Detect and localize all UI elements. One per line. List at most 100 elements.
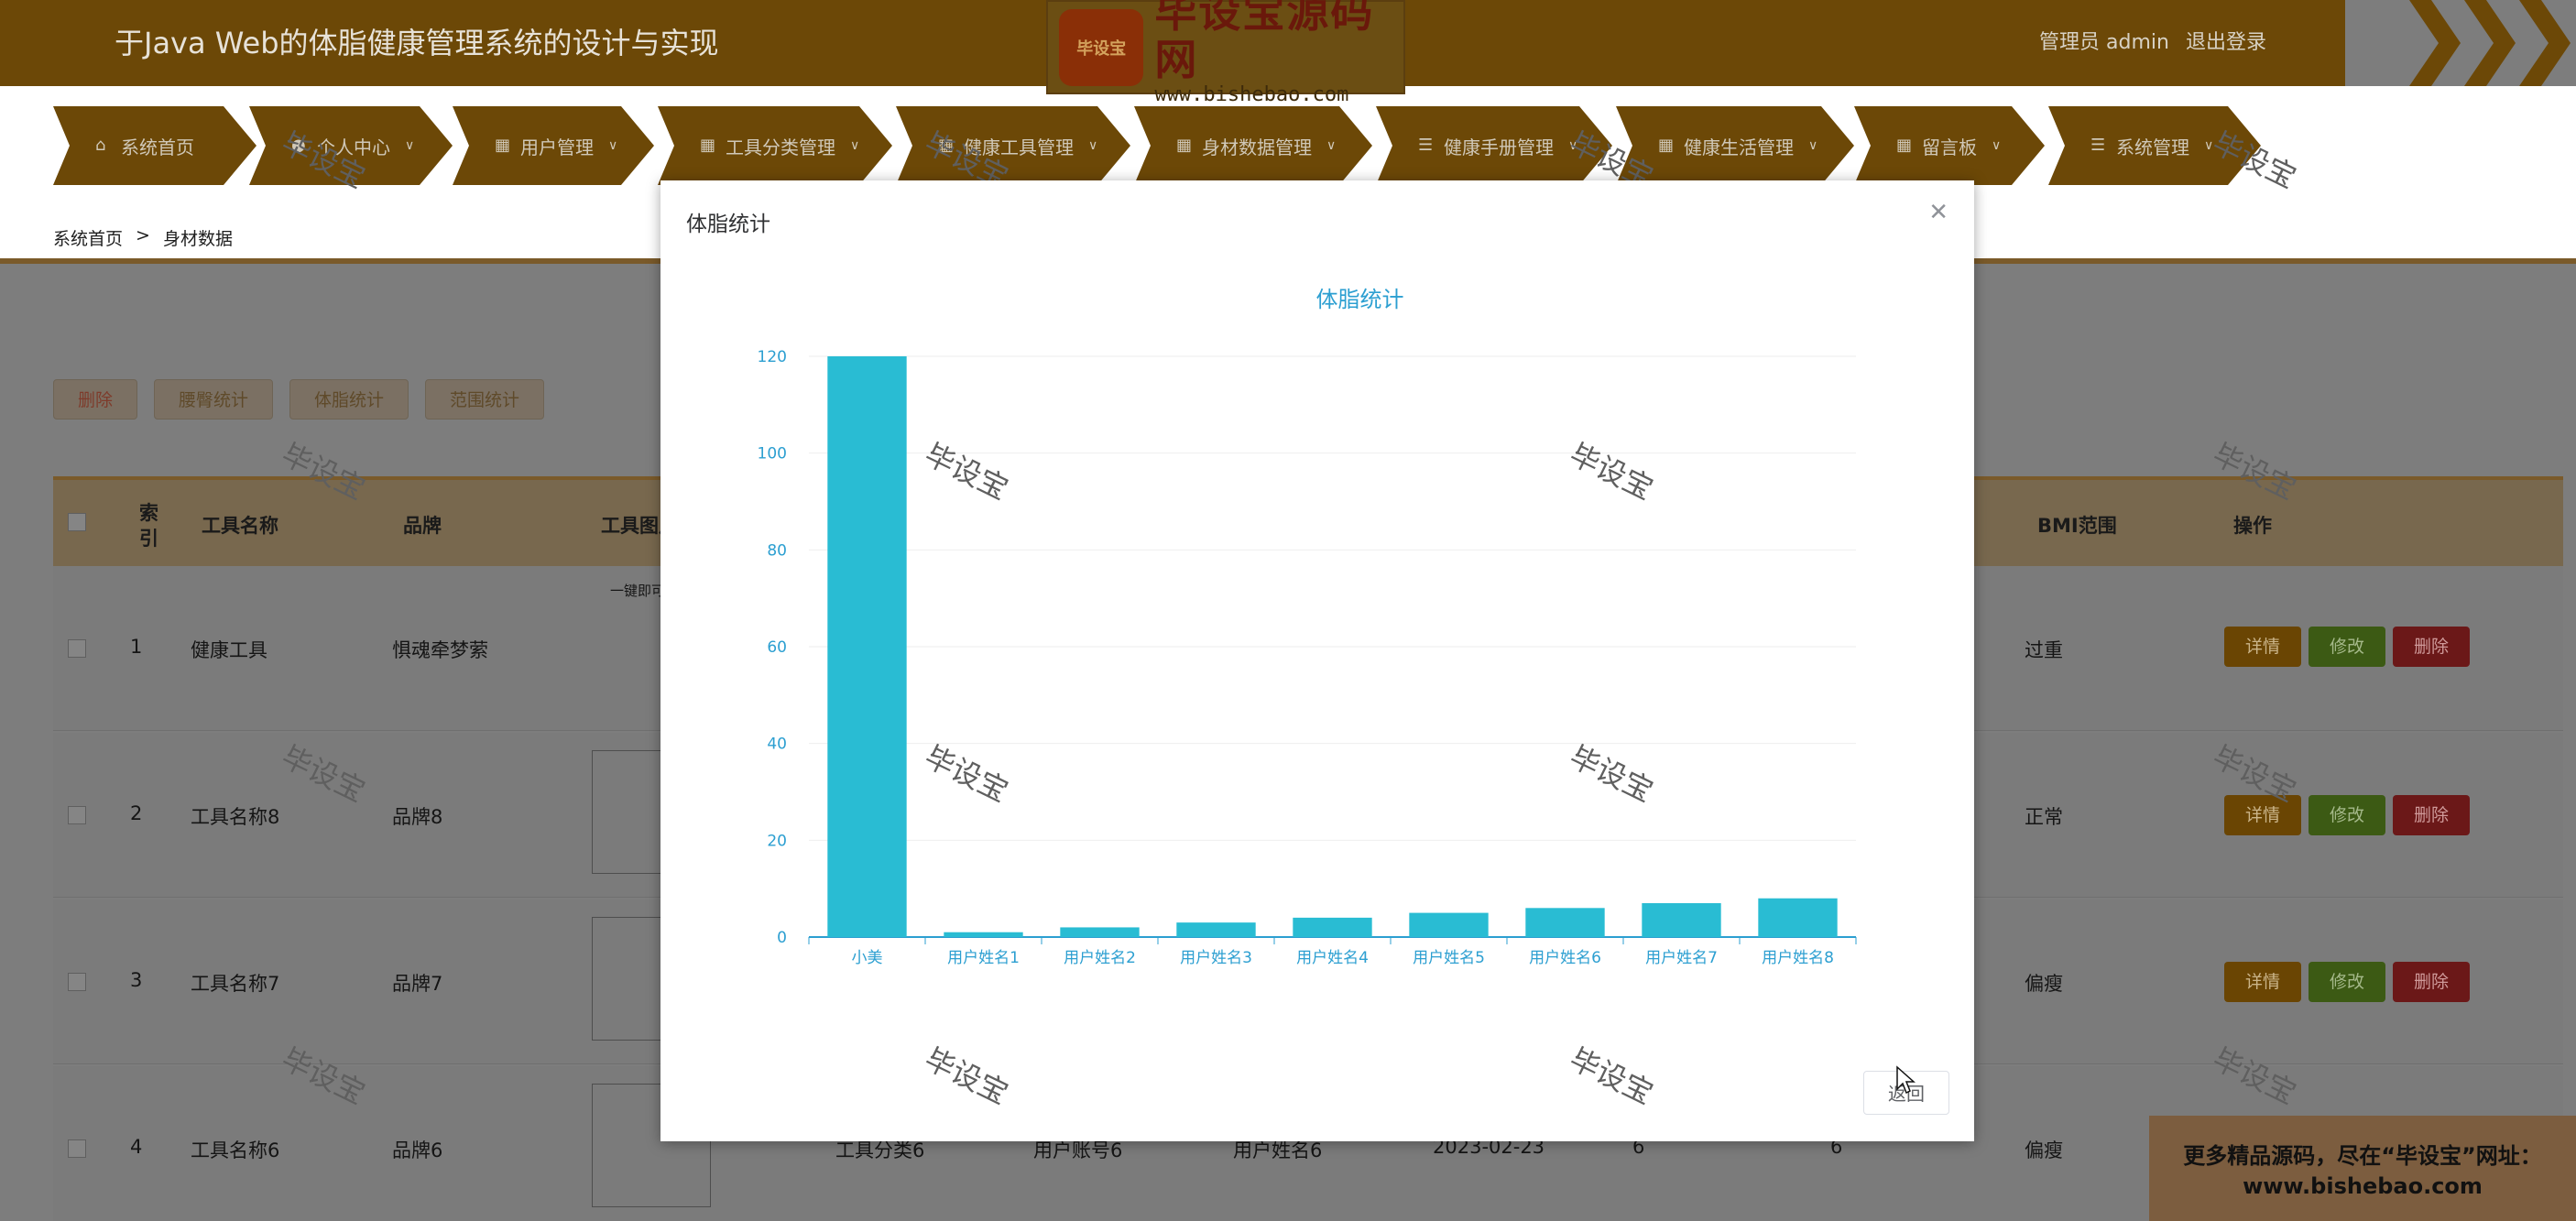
- row-brand: 品牌8: [392, 806, 443, 828]
- row-checkbox[interactable]: [68, 973, 86, 991]
- site-logo: 毕设宝 毕设宝源码网 www.bishebao.com: [1046, 0, 1405, 106]
- nav-label: 工具分类管理: [726, 136, 835, 158]
- row-index: 1: [130, 636, 143, 658]
- nav-label: 系统首页: [121, 136, 194, 158]
- breadcrumb: 系统首页 > 身材数据: [53, 225, 233, 250]
- row-index: 4: [130, 1136, 143, 1158]
- bar: [827, 356, 907, 937]
- col-index: 索引: [139, 502, 158, 550]
- nav-item-home[interactable]: ⌂ 系统首页: [53, 106, 257, 185]
- nav-label: 健康生活管理: [1684, 136, 1794, 158]
- delete-button[interactable]: 删除: [2393, 962, 2470, 1002]
- detail-button[interactable]: 详情: [2224, 627, 2301, 667]
- chevron-down-icon: ∨: [1992, 138, 2002, 153]
- grid-icon: ▦: [495, 136, 511, 155]
- row-name: 工具名称7: [191, 973, 280, 995]
- row-checkbox[interactable]: [68, 639, 86, 658]
- waist-stats-button[interactable]: 腰臀统计: [154, 379, 274, 420]
- top-header: 于Java Web的体脂健康管理系统的设计与实现 管理员 admin 退出登录 …: [0, 0, 2576, 106]
- bar: [944, 932, 1023, 937]
- logout-link[interactable]: 退出登录: [2186, 26, 2266, 55]
- site-title: 于Java Web的体脂健康管理系统的设计与实现: [115, 26, 719, 60]
- breadcrumb-home[interactable]: 系统首页: [53, 225, 123, 250]
- x-tick-label: 用户姓名5: [1413, 949, 1485, 967]
- nav-label: 留言板: [1922, 136, 1977, 158]
- edit-button[interactable]: 修改: [2309, 962, 2385, 1002]
- logo-badge-icon: 毕设宝: [1059, 8, 1144, 86]
- batch-delete-button[interactable]: 删除: [53, 379, 138, 420]
- nav-item-body-data[interactable]: ▦ 身材数据管理 ∨: [1134, 106, 1372, 185]
- bar: [1525, 908, 1605, 937]
- x-tick-label: 小美: [852, 949, 883, 967]
- bar: [1176, 922, 1256, 937]
- x-tick-label: 用户姓名1: [947, 949, 1020, 967]
- bar: [1293, 917, 1372, 937]
- col-operations: 操作: [2233, 515, 2272, 537]
- x-tick-label: 用户姓名2: [1064, 949, 1136, 967]
- row-brand: 惧魂牵梦萦: [392, 639, 488, 661]
- chevron-down-icon: ∨: [405, 138, 415, 153]
- row-brand: 品牌6: [392, 1139, 443, 1161]
- x-tick-label: 用户姓名8: [1762, 949, 1834, 967]
- chevron-down-icon: ∨: [1326, 138, 1337, 153]
- list-icon: ☰: [2090, 136, 2106, 155]
- select-all-checkbox[interactable]: [68, 513, 86, 531]
- y-tick-label: 40: [767, 736, 787, 754]
- bar: [1642, 903, 1721, 937]
- grid-icon: ▦: [1176, 136, 1193, 155]
- y-tick-label: 20: [767, 832, 787, 850]
- chevron-down-icon: ∨: [1088, 138, 1098, 153]
- chevron-down-icon: ∨: [850, 138, 860, 153]
- nav-item-user-management[interactable]: ▦ 用户管理 ∨: [453, 106, 654, 185]
- row-checkbox[interactable]: [68, 806, 86, 824]
- chart-title: 体脂统计: [1316, 287, 1404, 312]
- col-bmi-range: BMI范围: [2037, 515, 2117, 537]
- delete-button[interactable]: 删除: [2393, 627, 2470, 667]
- nav-label: 系统管理: [2116, 136, 2189, 158]
- nav-item-tool-category[interactable]: ▦ 工具分类管理 ∨: [658, 106, 892, 185]
- row-name: 工具名称8: [191, 806, 280, 828]
- delete-button[interactable]: 删除: [2393, 795, 2470, 835]
- bar: [1060, 927, 1140, 937]
- row-index: 2: [130, 802, 143, 824]
- grid-icon: ▦: [1896, 136, 1913, 155]
- range-stats-button[interactable]: 范围统计: [425, 379, 545, 420]
- mouse-cursor-icon: [1896, 1065, 1916, 1095]
- header-user-area: 管理员 admin 退出登录: [2039, 26, 2266, 55]
- bodyfat-stats-button[interactable]: 体脂统计: [289, 379, 409, 420]
- row-bmi: 偏瘦: [2025, 1139, 2063, 1161]
- promo-line-2: www.bishebao.com: [2243, 1173, 2483, 1199]
- y-tick-label: 80: [767, 541, 787, 560]
- breadcrumb-separator: >: [136, 225, 150, 245]
- nav-label: 健康手册管理: [1444, 136, 1554, 158]
- logo-title: 毕设宝源码网: [1154, 0, 1375, 84]
- logo-text: 毕设宝源码网 www.bishebao.com: [1154, 0, 1403, 106]
- detail-button[interactable]: 详情: [2224, 962, 2301, 1002]
- logo-url: www.bishebao.com: [1154, 83, 1349, 106]
- row-name: 健康工具: [191, 639, 267, 661]
- bar: [1409, 912, 1489, 937]
- bodyfat-stats-dialog: 体脂统计 ✕ 体脂统计 0 20 40 60 80 100 120 小美 用户姓名1 用户姓名2 用户…: [660, 180, 1974, 1141]
- action-bar: 删除 腰臀统计 体脂统计 范围统计: [53, 379, 545, 420]
- row-checkbox[interactable]: [68, 1139, 86, 1158]
- edit-button[interactable]: 修改: [2309, 627, 2385, 667]
- main-nav: ⌂ 系统首页 ● 个人中心 ∨ ▦ 用户管理 ∨ ▦ 工具分类管理 ∨ ▦ 健康工具管理 ∨ ▦ 身…: [0, 106, 2576, 185]
- row-brand: 品牌7: [392, 973, 443, 995]
- home-icon: ⌂: [95, 136, 106, 155]
- header-chevrons: [2409, 0, 2576, 86]
- y-tick-label: 120: [758, 348, 787, 366]
- y-tick-label: 0: [777, 929, 787, 947]
- x-tick-label: 用户姓名4: [1296, 949, 1369, 967]
- x-tick-label: 用户姓名6: [1529, 949, 1601, 967]
- admin-label: 管理员 admin: [2039, 31, 2169, 54]
- breadcrumb-current: 身材数据: [162, 229, 233, 249]
- x-tick-label: 用户姓名3: [1180, 949, 1252, 967]
- row-bmi: 正常: [2025, 806, 2063, 828]
- nav-item-message-board[interactable]: ▦ 留言板 ∨: [1854, 106, 2045, 185]
- promo-line-1: 更多精品源码，尽在“毕设宝”网址：: [2183, 1143, 2542, 1169]
- chevron-down-icon: ∨: [1808, 138, 1818, 153]
- edit-button[interactable]: 修改: [2309, 795, 2385, 835]
- chevron-down-icon: ∨: [608, 138, 618, 153]
- row-index: 3: [130, 969, 143, 991]
- grid-icon: ▦: [700, 136, 716, 155]
